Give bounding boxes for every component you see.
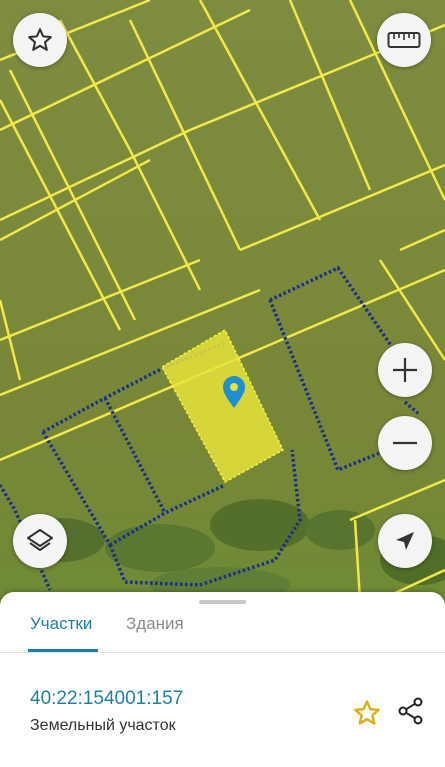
tab-parcels[interactable]: Участки	[30, 614, 92, 634]
parcel-type: Земельный участок	[30, 717, 176, 734]
plus-icon	[393, 358, 417, 382]
ruler-button[interactable]	[377, 13, 431, 67]
navigation-arrow-icon	[396, 532, 414, 550]
zoom-out-button[interactable]	[378, 416, 432, 470]
tab-bar: Участки Здания	[0, 592, 445, 653]
layers-icon	[27, 529, 53, 551]
locate-button[interactable]	[378, 514, 432, 568]
bottom-sheet: Участки Здания 40:22:154001:157 Земельны…	[0, 592, 445, 767]
favorite-button[interactable]	[13, 13, 67, 67]
layers-button[interactable]	[13, 514, 67, 568]
minus-icon	[393, 441, 417, 445]
tab-buildings[interactable]: Здания	[126, 614, 184, 634]
share-icon[interactable]	[396, 696, 426, 726]
ruler-icon	[387, 32, 421, 48]
star-icon[interactable]	[352, 698, 382, 728]
zoom-in-button[interactable]	[378, 343, 432, 397]
cadastral-number[interactable]: 40:22:154001:157	[30, 688, 183, 710]
map-view[interactable]	[0, 0, 445, 600]
active-tab-indicator	[28, 649, 98, 652]
star-icon	[28, 28, 52, 51]
